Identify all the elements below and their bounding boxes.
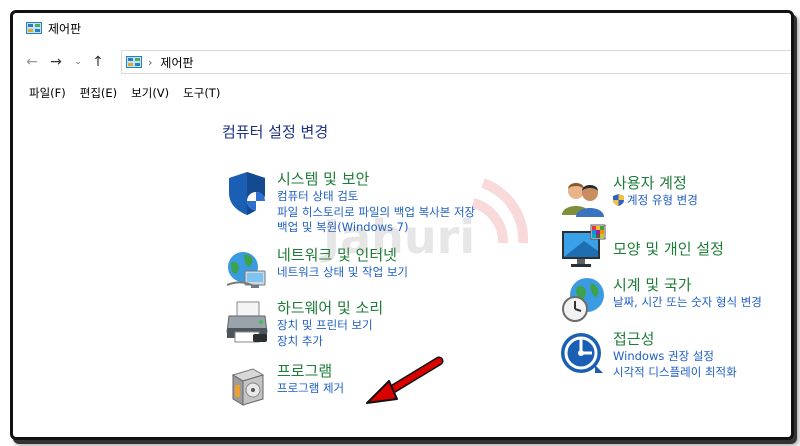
network-globe-icon[interactable] bbox=[223, 245, 271, 293]
category-title-clock-region[interactable]: 시계 및 국가 bbox=[613, 275, 762, 295]
forward-arrow-icon[interactable]: → bbox=[49, 54, 63, 70]
program-box-icon[interactable] bbox=[223, 361, 271, 409]
breadcrumb-separator-icon[interactable]: › bbox=[148, 56, 152, 69]
category-programs: 프로그램 프로그램 제거 bbox=[223, 361, 344, 409]
up-arrow-icon[interactable]: ↑ bbox=[91, 54, 105, 70]
link-windows-recommended-settings[interactable]: Windows 권장 설정 bbox=[613, 349, 737, 365]
control-panel-window: 제어판 ← → ⌄ ↑ › 제어판 파일(F) 편집(E) 보기(V) 도구(T… bbox=[10, 10, 794, 440]
annotation-arrow-icon bbox=[366, 356, 444, 404]
link-uninstall-program[interactable]: 프로그램 제거 bbox=[277, 381, 344, 397]
navigation-bar: ← → ⌄ ↑ › 제어판 bbox=[13, 49, 791, 75]
svg-text:Jahuri: Jahuri bbox=[320, 210, 475, 264]
menu-file[interactable]: 파일(F) bbox=[29, 85, 66, 101]
link-change-date-time-format[interactable]: 날짜, 시간 또는 숫자 형식 변경 bbox=[613, 295, 762, 311]
printer-icon[interactable] bbox=[223, 298, 271, 346]
category-title-user-accounts[interactable]: 사용자 계정 bbox=[613, 173, 698, 193]
menu-bar: 파일(F) 편집(E) 보기(V) 도구(T) bbox=[13, 83, 220, 103]
monitor-icon[interactable] bbox=[559, 223, 607, 271]
control-panel-icon bbox=[126, 56, 142, 68]
watermark-logo: Jahuri bbox=[320, 178, 529, 264]
category-title-ease-of-access[interactable]: 접근성 bbox=[613, 329, 737, 349]
breadcrumb-control-panel[interactable]: 제어판 bbox=[160, 54, 193, 71]
link-devices-printers[interactable]: 장치 및 프린터 보기 bbox=[277, 318, 383, 334]
shield-icon[interactable] bbox=[223, 169, 271, 217]
accessibility-icon[interactable] bbox=[559, 329, 607, 377]
link-change-account-type-label: 계정 유형 변경 bbox=[627, 193, 698, 207]
category-user-accounts: 사용자 계정 계정 유형 변경 bbox=[559, 173, 698, 221]
category-title-hardware-sound[interactable]: 하드웨어 및 소리 bbox=[277, 298, 383, 318]
clock-globe-icon[interactable] bbox=[559, 275, 607, 323]
link-add-device[interactable]: 장치 추가 bbox=[277, 334, 383, 350]
menu-view[interactable]: 보기(V) bbox=[131, 85, 169, 101]
address-bar[interactable]: › 제어판 bbox=[121, 50, 791, 74]
category-clock-region: 시계 및 국가 날짜, 시간 또는 숫자 형식 변경 bbox=[559, 275, 762, 323]
category-hardware-sound: 하드웨어 및 소리 장치 및 프린터 보기 장치 추가 bbox=[223, 298, 383, 349]
page-title: 컴퓨터 설정 변경 bbox=[222, 123, 329, 141]
window-title: 제어판 bbox=[48, 21, 82, 36]
back-arrow-icon[interactable]: ← bbox=[25, 54, 39, 70]
menu-tools[interactable]: 도구(T) bbox=[183, 85, 220, 101]
uac-shield-icon bbox=[613, 194, 624, 206]
category-ease-of-access: 접근성 Windows 권장 설정 시각적 디스플레이 최적화 bbox=[559, 329, 737, 380]
category-appearance-personalization: 모양 및 개인 설정 bbox=[559, 223, 724, 271]
link-optimize-visual-display[interactable]: 시각적 디스플레이 최적화 bbox=[613, 365, 737, 381]
menu-edit[interactable]: 편집(E) bbox=[80, 85, 117, 101]
category-title-appearance-personalization[interactable]: 모양 및 개인 설정 bbox=[613, 239, 724, 259]
control-panel-icon bbox=[26, 22, 42, 34]
users-icon[interactable] bbox=[559, 173, 607, 221]
title-bar: 제어판 bbox=[13, 13, 791, 43]
category-title-programs[interactable]: 프로그램 bbox=[277, 361, 344, 381]
link-change-account-type[interactable]: 계정 유형 변경 bbox=[613, 193, 698, 209]
recent-locations-chevron-down-icon[interactable]: ⌄ bbox=[71, 57, 85, 67]
